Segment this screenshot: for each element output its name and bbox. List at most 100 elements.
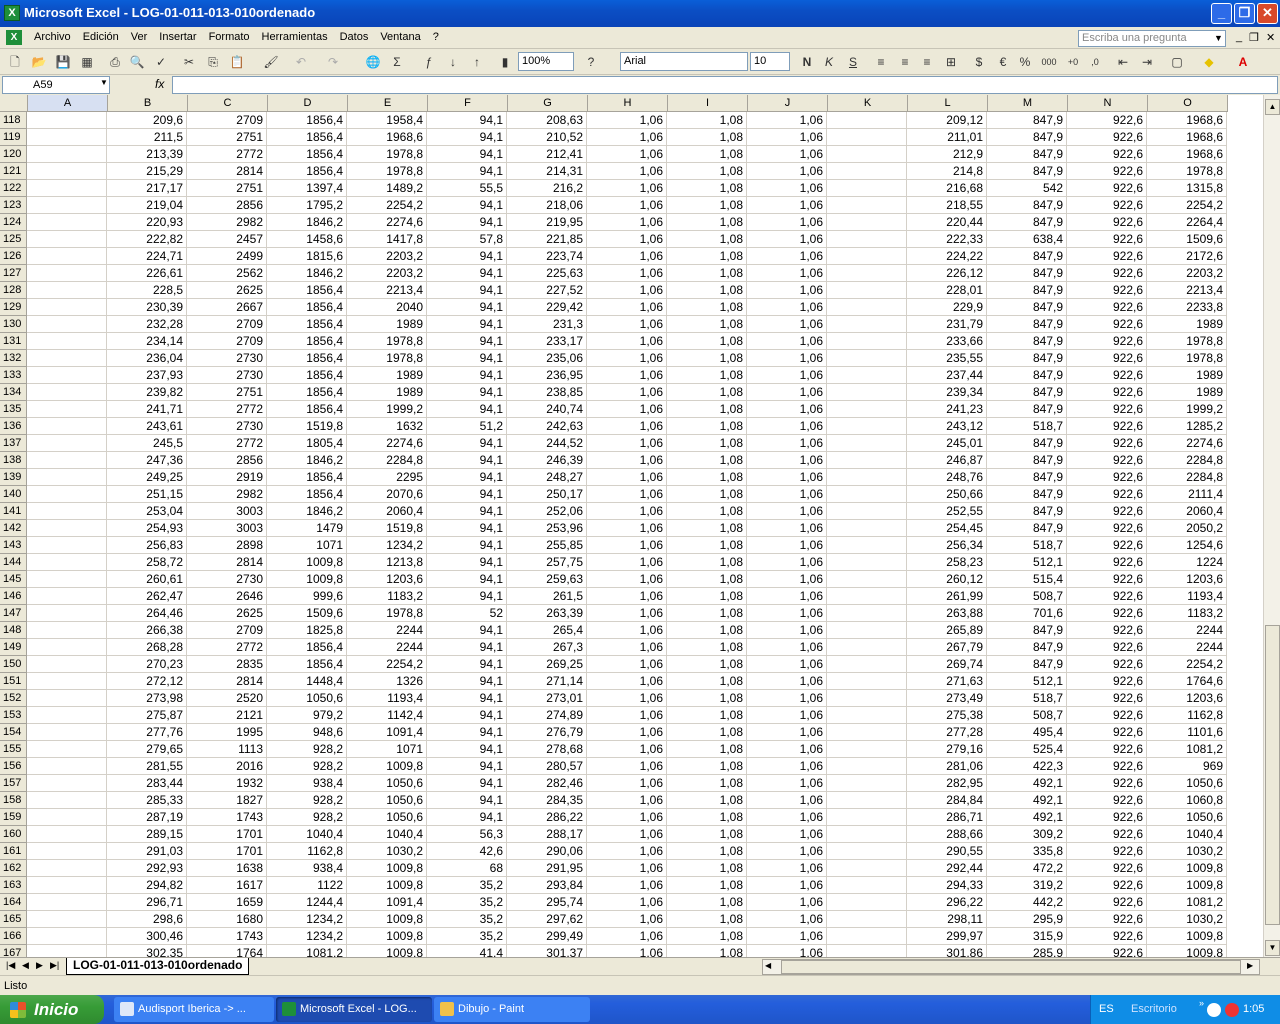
cell-D[interactable]: 1846,2 xyxy=(267,214,347,231)
menu-item-0[interactable]: Archivo xyxy=(30,31,79,43)
cell-I[interactable]: 1,08 xyxy=(667,401,747,418)
cell-G[interactable]: 257,75 xyxy=(507,554,587,571)
column-header-B[interactable]: B xyxy=(108,95,188,112)
cell-A[interactable] xyxy=(27,231,107,248)
cell-K[interactable] xyxy=(827,639,907,656)
cell-E[interactable]: 1519,8 xyxy=(347,520,427,537)
workbook-close-icon[interactable]: ✕ xyxy=(1266,31,1275,44)
cell-N[interactable]: 922,6 xyxy=(1067,180,1147,197)
cell-K[interactable] xyxy=(827,129,907,146)
cell-D[interactable]: 1856,4 xyxy=(267,639,347,656)
cell-I[interactable]: 1,08 xyxy=(667,384,747,401)
cell-A[interactable] xyxy=(27,707,107,724)
cell-M[interactable]: 492,1 xyxy=(987,809,1067,826)
cell-I[interactable]: 1,08 xyxy=(667,826,747,843)
cell-G[interactable]: 240,74 xyxy=(507,401,587,418)
name-box-dropdown-icon[interactable]: ▼ xyxy=(100,78,108,87)
row-header[interactable]: 157 xyxy=(0,775,27,792)
cell-L[interactable]: 212,9 xyxy=(907,146,987,163)
cell-J[interactable]: 1,06 xyxy=(747,928,827,945)
cell-H[interactable]: 1,06 xyxy=(587,571,667,588)
cell-H[interactable]: 1,06 xyxy=(587,877,667,894)
cell-J[interactable]: 1,06 xyxy=(747,384,827,401)
cell-F[interactable]: 94,1 xyxy=(427,486,507,503)
cell-O[interactable]: 2203,2 xyxy=(1147,265,1227,282)
cell-E[interactable]: 1978,8 xyxy=(347,163,427,180)
cell-N[interactable]: 922,6 xyxy=(1067,214,1147,231)
cell-J[interactable]: 1,06 xyxy=(747,112,827,129)
cell-L[interactable]: 231,79 xyxy=(907,316,987,333)
cell-J[interactable]: 1,06 xyxy=(747,350,827,367)
cell-I[interactable]: 1,08 xyxy=(667,843,747,860)
cell-N[interactable]: 922,6 xyxy=(1067,945,1147,957)
cell-N[interactable]: 922,6 xyxy=(1067,435,1147,452)
cell-M[interactable]: 442,2 xyxy=(987,894,1067,911)
cell-L[interactable]: 296,22 xyxy=(907,894,987,911)
cell-E[interactable]: 1040,4 xyxy=(347,826,427,843)
cell-A[interactable] xyxy=(27,877,107,894)
cell-B[interactable]: 294,82 xyxy=(107,877,187,894)
cell-H[interactable]: 1,06 xyxy=(587,860,667,877)
cell-G[interactable]: 255,85 xyxy=(507,537,587,554)
cell-C[interactable]: 2814 xyxy=(187,554,267,571)
cell-F[interactable]: 94,1 xyxy=(427,571,507,588)
cell-G[interactable]: 293,84 xyxy=(507,877,587,894)
cell-G[interactable]: 295,74 xyxy=(507,894,587,911)
cell-E[interactable]: 1050,6 xyxy=(347,809,427,826)
cell-D[interactable]: 938,4 xyxy=(267,860,347,877)
cell-A[interactable] xyxy=(27,146,107,163)
cell-H[interactable]: 1,06 xyxy=(587,639,667,656)
align-right-icon[interactable]: ≡ xyxy=(918,53,936,71)
cell-I[interactable]: 1,08 xyxy=(667,605,747,622)
cell-C[interactable]: 2625 xyxy=(187,282,267,299)
workbook-minimize-icon[interactable]: _ xyxy=(1236,31,1242,43)
cell-F[interactable]: 94,1 xyxy=(427,469,507,486)
cell-L[interactable]: 248,76 xyxy=(907,469,987,486)
cell-D[interactable]: 1795,2 xyxy=(267,197,347,214)
row-header[interactable]: 135 xyxy=(0,401,27,418)
cell-G[interactable]: 252,06 xyxy=(507,503,587,520)
cell-N[interactable]: 922,6 xyxy=(1067,452,1147,469)
cell-C[interactable]: 1743 xyxy=(187,928,267,945)
cell-D[interactable]: 938,4 xyxy=(267,775,347,792)
cell-O[interactable]: 1193,4 xyxy=(1147,588,1227,605)
cell-F[interactable]: 56,3 xyxy=(427,826,507,843)
cell-N[interactable]: 922,6 xyxy=(1067,333,1147,350)
cell-H[interactable]: 1,06 xyxy=(587,503,667,520)
column-header-C[interactable]: C xyxy=(188,95,268,112)
zoom-select[interactable]: 100% xyxy=(518,52,574,71)
cell-D[interactable]: 1846,2 xyxy=(267,503,347,520)
cell-B[interactable]: 296,71 xyxy=(107,894,187,911)
cell-M[interactable]: 472,2 xyxy=(987,860,1067,877)
cell-I[interactable]: 1,08 xyxy=(667,877,747,894)
row-header[interactable]: 141 xyxy=(0,503,27,520)
cell-O[interactable]: 969 xyxy=(1147,758,1227,775)
cell-B[interactable]: 217,17 xyxy=(107,180,187,197)
cell-I[interactable]: 1,08 xyxy=(667,809,747,826)
menu-item-5[interactable]: Herramientas xyxy=(258,31,336,43)
cell-K[interactable] xyxy=(827,724,907,741)
column-header-O[interactable]: O xyxy=(1148,95,1228,112)
row-header[interactable]: 164 xyxy=(0,894,27,911)
cell-I[interactable]: 1,08 xyxy=(667,333,747,350)
workbook-restore-icon[interactable]: ❐ xyxy=(1249,31,1259,44)
menu-item-2[interactable]: Ver xyxy=(127,31,156,43)
cell-L[interactable]: 301,86 xyxy=(907,945,987,957)
cell-K[interactable] xyxy=(827,894,907,911)
cell-G[interactable]: 242,63 xyxy=(507,418,587,435)
cell-M[interactable]: 847,9 xyxy=(987,350,1067,367)
row-header[interactable]: 121 xyxy=(0,163,27,180)
cell-O[interactable]: 2284,8 xyxy=(1147,452,1227,469)
cell-N[interactable]: 922,6 xyxy=(1067,775,1147,792)
cell-M[interactable]: 847,9 xyxy=(987,469,1067,486)
cell-O[interactable]: 1989 xyxy=(1147,367,1227,384)
permission-icon[interactable]: ▦ xyxy=(78,53,96,71)
cell-D[interactable]: 1856,4 xyxy=(267,384,347,401)
borders-icon[interactable]: ▢ xyxy=(1168,53,1186,71)
cell-B[interactable]: 283,44 xyxy=(107,775,187,792)
cell-B[interactable]: 253,04 xyxy=(107,503,187,520)
cell-K[interactable] xyxy=(827,163,907,180)
cell-O[interactable]: 1060,8 xyxy=(1147,792,1227,809)
cell-C[interactable]: 2898 xyxy=(187,537,267,554)
cell-J[interactable]: 1,06 xyxy=(747,877,827,894)
